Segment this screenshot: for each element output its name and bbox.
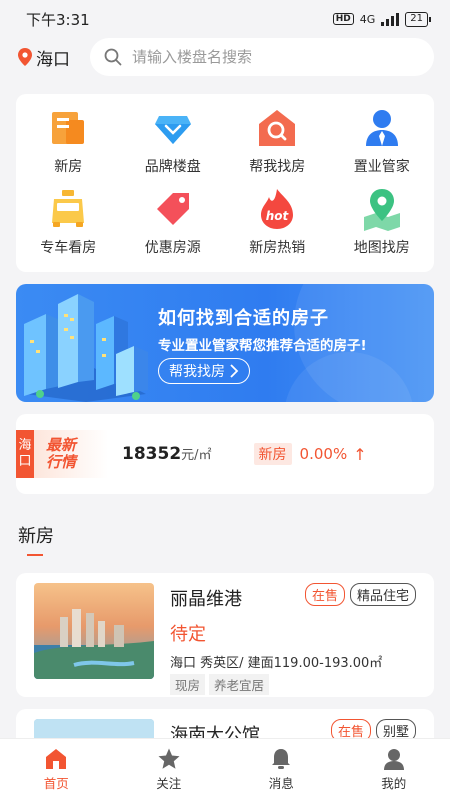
grid-label: 置业管家 (353, 159, 410, 175)
hd-icon: HD (332, 13, 354, 25)
market-price-unit: 元/㎡ (181, 448, 212, 463)
svg-text:hot: hot (266, 209, 290, 223)
banner-subtitle: 专业置业管家帮您推荐合适的房子! (158, 338, 367, 354)
listing-price: 待定 (170, 624, 206, 645)
grid-label: 优惠房源 (144, 240, 201, 256)
arrow-up-icon: ↑ (353, 444, 367, 464)
city-buildings-illustration (24, 294, 148, 402)
grid-label: 新房热销 (249, 240, 306, 256)
promo-banner[interactable]: 如何找到合适的房子 专业置业管家帮您推荐合适的房子! 帮我找房 (16, 284, 434, 402)
tab-label: 关注 (156, 776, 182, 791)
grid-item-find-house[interactable]: 帮我找房 (225, 104, 330, 185)
banner-title: 如何找到合适的房子 (158, 308, 329, 329)
tab-label: 我的 (381, 776, 407, 791)
top-bar: 海口 (0, 38, 450, 76)
status-badge: 在售 (304, 583, 345, 606)
section-underline (27, 554, 43, 556)
grid-label: 品牌楼盘 (144, 159, 201, 175)
new-house-icon (52, 112, 85, 144)
network-label: 4G (359, 12, 376, 26)
grid-item-map[interactable]: 地图找房 (330, 185, 435, 266)
search-bar[interactable] (90, 38, 434, 76)
market-logo-line1: 最新 (46, 436, 77, 454)
market-change: 0.00% (299, 445, 348, 463)
home-icon (46, 749, 67, 769)
status-bar: 下午3:31 HD 4G 21 (0, 0, 450, 38)
market-type-badge: 新房 (253, 443, 292, 465)
market-logo: 最新 行情 (34, 430, 108, 478)
listing-tags: 现房 养老宜居 (170, 674, 416, 695)
market-price-value: 18352 (122, 444, 182, 464)
grid-label: 帮我找房 (249, 159, 306, 175)
bottom-tab-bar: 首页 关注 消息 我的 (0, 738, 450, 800)
tab-messages[interactable]: 消息 (225, 739, 338, 800)
category-badge: 精品住宅 (349, 583, 416, 606)
tab-label: 消息 (268, 776, 294, 791)
market-city-tag: 海 口 (16, 430, 34, 478)
city-label: 海口 (36, 49, 70, 70)
market-tag-bottom: 口 (18, 454, 32, 469)
grid-label: 专车看房 (40, 240, 97, 256)
listing-card[interactable]: 丽晶维港 在售 精品住宅 待定 海口 秀英区/ 建面119.00-193.00㎡… (16, 573, 434, 697)
brand-diamond-icon (154, 116, 191, 144)
tab-label: 首页 (43, 776, 69, 791)
chevron-right-icon (230, 364, 239, 378)
grid-item-new-house[interactable]: 新房 (16, 104, 121, 185)
battery-level: 21 (410, 12, 423, 24)
star-icon (158, 748, 180, 769)
search-input[interactable] (132, 48, 420, 66)
market-tag-top: 海 (18, 438, 32, 453)
bell-icon (272, 749, 291, 769)
grid-item-discount[interactable]: 优惠房源 (121, 185, 226, 266)
car-icon (52, 190, 85, 227)
signal-icon (381, 12, 400, 26)
tab-home[interactable]: 首页 (0, 739, 113, 800)
grid-item-hot[interactable]: hot 新房热销 (225, 185, 330, 266)
grid-label: 新房 (54, 159, 83, 175)
listing-address: 海口 秀英区/ 建面119.00-193.00㎡ (170, 656, 383, 671)
listing-info: 丽晶维港 在售 精品住宅 待定 海口 秀英区/ 建面119.00-193.00㎡… (170, 583, 416, 697)
quick-entry-grid: 新房 品牌楼盘 帮我找房 置业管家 专车看房 优惠房源 hot 新房热销 地图找… (16, 94, 434, 272)
grid-item-brand[interactable]: 品牌楼盘 (121, 104, 226, 185)
city-selector[interactable]: 海口 (18, 45, 90, 70)
grid-item-car[interactable]: 专车看房 (16, 185, 121, 266)
section-title: 新房 (18, 526, 54, 547)
discount-tag-icon (156, 193, 189, 225)
hot-flame-icon: hot (261, 189, 294, 229)
tab-profile[interactable]: 我的 (338, 739, 450, 800)
listing-tag: 养老宜居 (209, 674, 270, 695)
listing-badges: 在售 精品住宅 (304, 583, 416, 606)
listing-tag: 现房 (170, 674, 206, 695)
battery-icon: 21 (405, 11, 431, 27)
banner-button-label: 帮我找房 (169, 364, 225, 380)
status-icons: HD 4G 21 (332, 11, 431, 27)
status-time: 下午3:31 (26, 10, 90, 29)
grid-item-agent[interactable]: 置业管家 (330, 104, 435, 185)
market-quote-card[interactable]: 海 口 最新 行情 18352元/㎡ 新房 0.00% ↑ (16, 414, 434, 494)
listing-image (34, 583, 154, 679)
tab-follow[interactable]: 关注 (113, 739, 226, 800)
banner-find-house-button[interactable]: 帮我找房 (158, 358, 250, 384)
user-icon (383, 749, 404, 770)
market-logo-line2: 行情 (46, 453, 77, 471)
map-pin-icon (363, 189, 400, 231)
house-search-icon (259, 110, 296, 146)
agent-icon (365, 110, 398, 146)
location-pin-icon (18, 48, 32, 66)
market-price: 18352元/㎡ (122, 444, 212, 464)
grid-label: 地图找房 (353, 240, 410, 256)
search-icon (104, 48, 122, 66)
